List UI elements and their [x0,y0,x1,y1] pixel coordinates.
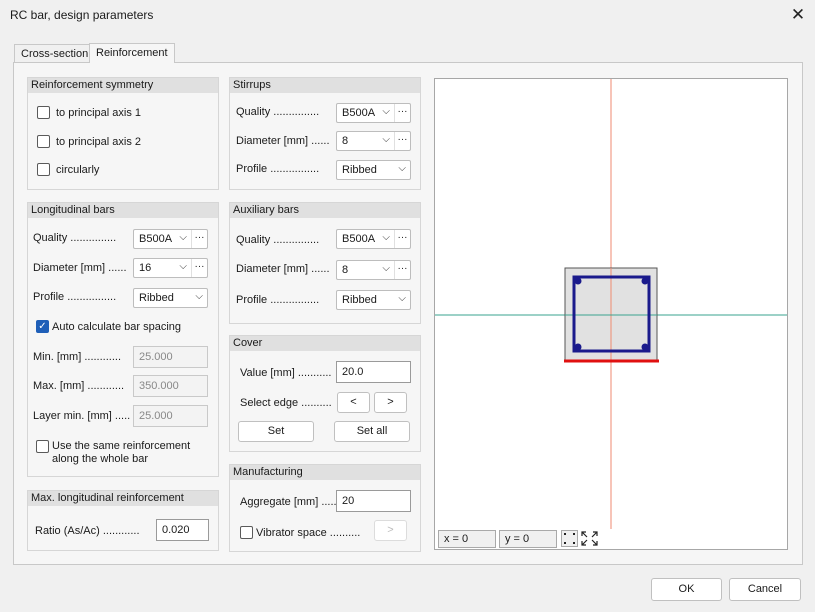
aux-diameter-label: Diameter [mm] ...... [236,263,330,275]
long-quality-value: B500A [139,233,173,245]
chevron-down-icon: ⌵ [179,232,187,243]
longitudinal-header: Longitudinal bars [28,203,218,218]
window-title: RC bar, design parameters [10,8,154,22]
stirrup-diameter-label: Diameter [mm] ...... [236,135,330,147]
max-field[interactable]: 350.000 [133,375,208,397]
ellipsis-icon[interactable]: ··· [191,230,207,248]
circularly-label: circularly [56,164,100,176]
chevron-down-icon: ⌵ [382,134,390,145]
chevron-down-icon: ⌵ [195,291,203,302]
long-profile-label: Profile ................ [33,291,117,303]
aux-diameter-value: 8 [342,264,349,276]
chevron-down-icon: ⌵ [382,263,390,274]
axis1-label: to principal axis 1 [56,107,141,119]
stirrup-quality-label: Quality ............... [236,106,320,118]
cover-value-label: Value [mm] ........... [240,367,332,379]
axis1-checkbox[interactable] [37,106,50,119]
stirrup-diameter-combo[interactable]: 8 ⌵ ··· [336,131,411,151]
min-label: Min. [mm] ............ [33,351,122,363]
ratio-label: Ratio (As/Ac) ............ [35,525,140,537]
x-coordinate: x = 0 [438,530,496,548]
stirrup-profile-combo[interactable]: Ribbed ⌵ [336,160,411,180]
tab-cross-section[interactable]: Cross-section [14,44,96,63]
next-edge-button[interactable]: > [374,392,407,413]
ratio-field[interactable]: 0.020 [156,519,209,541]
ellipsis-icon[interactable]: ··· [394,104,410,122]
zoom-extents-icon[interactable] [580,530,599,547]
section-drawing [435,79,787,529]
same-reinforcement-label-2: along the whole bar [52,453,149,465]
set-button[interactable]: Set [238,421,314,442]
ellipsis-icon[interactable]: ··· [394,261,410,279]
long-profile-combo[interactable]: Ribbed ⌵ [133,288,208,308]
long-quality-combo[interactable]: B500A ⌵ ··· [133,229,208,249]
chevron-down-icon: ⌵ [382,232,390,243]
auto-spacing-checkbox[interactable]: ✓ [36,320,49,333]
rebar [574,277,582,285]
maxlong-header: Max. longitudinal reinforcement [28,491,218,506]
ok-button[interactable]: OK [651,578,722,601]
aux-profile-label: Profile ................ [236,294,320,306]
aggregate-label: Aggregate [mm] ...... [240,496,340,508]
chevron-down-icon: ⌵ [382,106,390,117]
stirrup-profile-value: Ribbed [342,164,377,176]
same-reinforcement-checkbox[interactable] [36,440,49,453]
stirrup-profile-label: Profile ................ [236,163,320,175]
aux-profile-value: Ribbed [342,294,377,306]
cover-value-field[interactable]: 20.0 [336,361,411,383]
manufacturing-header: Manufacturing [230,465,420,480]
tab-reinforcement[interactable]: Reinforcement [89,43,175,63]
aux-profile-combo[interactable]: Ribbed ⌵ [336,290,411,310]
aux-quality-combo[interactable]: B500A ⌵ ··· [336,229,411,249]
aggregate-field[interactable]: 20 [336,490,411,512]
fit-view-icon[interactable] [561,530,578,547]
ellipsis-icon[interactable]: ··· [394,132,410,150]
circularly-checkbox[interactable] [37,163,50,176]
long-diameter-combo[interactable]: 16 ⌵ ··· [133,258,208,278]
stirrup-diameter-value: 8 [342,135,349,147]
vibrator-label: Vibrator space .......... [256,527,361,539]
stirrups-header: Stirrups [230,78,420,93]
min-field[interactable]: 25.000 [133,346,208,368]
chevron-down-icon: ⌵ [398,163,406,174]
prev-edge-button[interactable]: < [337,392,370,413]
same-reinforcement-label-1: Use the same reinforcement [52,440,191,452]
close-icon[interactable]: ✕ [786,4,810,26]
stirrup-quality-value: B500A [342,107,376,119]
chevron-down-icon: ⌵ [179,261,187,272]
cover-header: Cover [230,336,420,351]
max-label: Max. [mm] ............ [33,380,125,392]
vibrator-checkbox[interactable] [240,526,253,539]
long-quality-label: Quality ............... [33,232,117,244]
long-diameter-label: Diameter [mm] ...... [33,262,127,274]
cancel-button[interactable]: Cancel [729,578,801,601]
aux-quality-value: B500A [342,233,376,245]
rebar [641,343,649,351]
set-all-button[interactable]: Set all [334,421,410,442]
axis2-label: to principal axis 2 [56,136,141,148]
layer-min-label: Layer min. [mm] ..... [33,410,131,422]
symmetry-header: Reinforcement symmetry [28,78,218,93]
long-profile-value: Ribbed [139,292,174,304]
chevron-down-icon: ⌵ [398,293,406,304]
axis2-checkbox[interactable] [37,135,50,148]
section-viewer[interactable] [434,78,788,550]
aux-quality-label: Quality ............... [236,234,320,246]
aux-diameter-combo[interactable]: 8 ⌵ ··· [336,260,411,280]
rebar [641,277,649,285]
select-edge-label: Select edge .......... [240,397,332,409]
stirrup-quality-combo[interactable]: B500A ⌵ ··· [336,103,411,123]
rebar [574,343,582,351]
ellipsis-icon[interactable]: ··· [191,259,207,277]
long-diameter-value: 16 [139,262,152,274]
y-coordinate: y = 0 [499,530,557,548]
vibrator-button[interactable]: > [374,520,407,541]
ellipsis-icon[interactable]: ··· [394,230,410,248]
auto-spacing-label: Auto calculate bar spacing [52,321,182,333]
layer-min-field[interactable]: 25.000 [133,405,208,427]
auxiliary-header: Auxiliary bars [230,203,420,218]
